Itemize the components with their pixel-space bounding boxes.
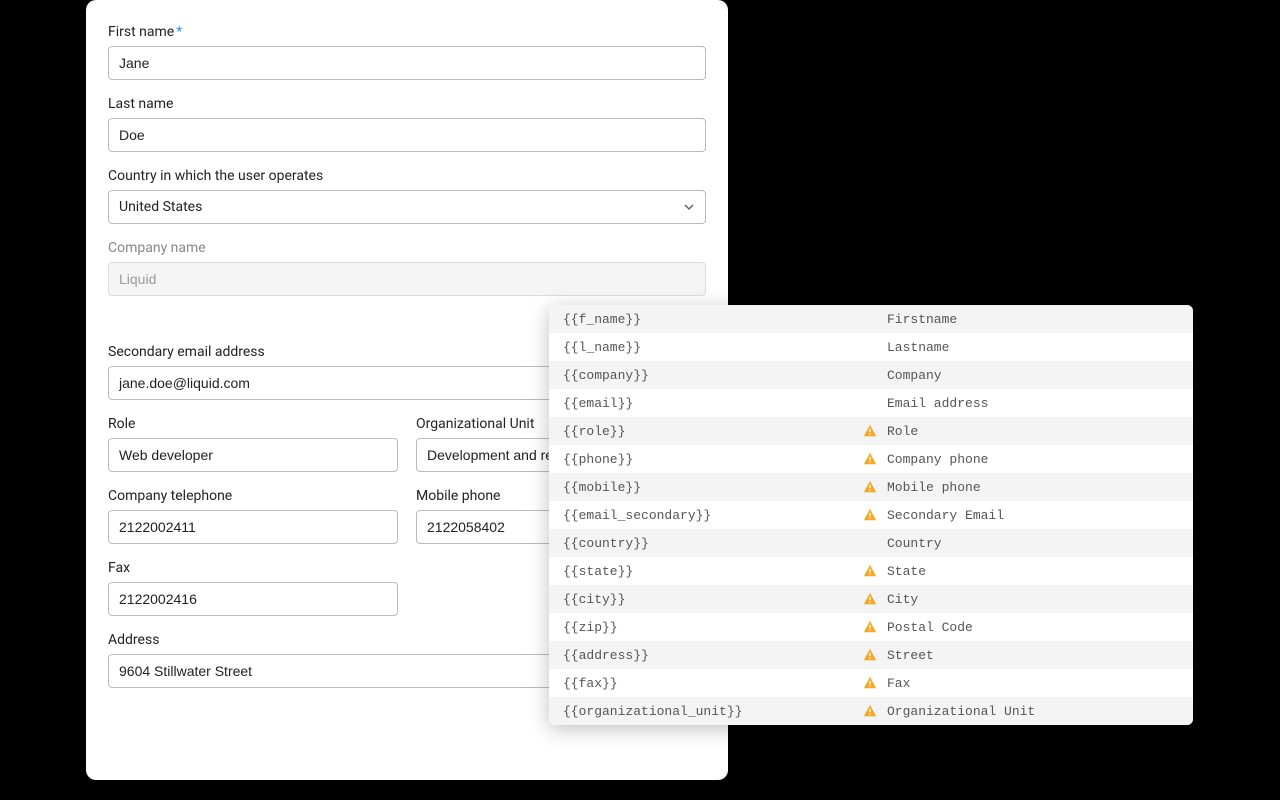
fax-input[interactable] [108,582,398,616]
company-phone-label: Company telephone [108,488,398,504]
variable-token: {{phone}} [563,452,863,467]
variable-token: {{state}} [563,564,863,579]
variable-label: Secondary Email [887,508,1004,523]
variable-row[interactable]: {{f_name}} Firstname [549,305,1193,333]
warning-icon [863,424,887,438]
warning-icon [863,648,887,662]
fax-label: Fax [108,560,398,576]
variable-row[interactable]: {{fax}} Fax [549,669,1193,697]
warning-icon [863,452,887,466]
variable-token: {{zip}} [563,620,863,635]
variable-token: {{l_name}} [563,340,863,355]
warning-icon [863,564,887,578]
variable-label: Role [887,424,918,439]
variable-row[interactable]: {{email_secondary}} Secondary Email [549,501,1193,529]
first-name-field: First name* [108,24,706,80]
warning-icon [863,620,887,634]
warning-icon [863,704,887,718]
variable-label: Street [887,648,934,663]
variable-label: Fax [887,676,910,691]
variable-row[interactable]: {{mobile}} Mobile phone [549,473,1193,501]
company-name-field: Company name [108,240,706,296]
company-name-label: Company name [108,240,706,256]
role-input[interactable] [108,438,398,472]
company-phone-input[interactable] [108,510,398,544]
variable-label: Company phone [887,452,988,467]
variable-label: Email address [887,396,988,411]
fax-field: Fax [108,560,398,616]
variable-token: {{f_name}} [563,312,863,327]
company-phone-field: Company telephone [108,488,398,544]
variable-token: {{fax}} [563,676,863,691]
variable-token: {{address}} [563,648,863,663]
variable-row[interactable]: {{country}} Country [549,529,1193,557]
variable-label: Lastname [887,340,949,355]
variable-label: City [887,592,918,607]
last-name-field: Last name [108,96,706,152]
variable-label: Organizational Unit [887,704,1035,719]
country-field: Country in which the user operates Unite… [108,168,706,224]
variable-row[interactable]: {{address}} Street [549,641,1193,669]
required-indicator: * [176,24,182,40]
variable-token: {{city}} [563,592,863,607]
warning-icon [863,480,887,494]
last-name-label: Last name [108,96,706,112]
variable-token: {{company}} [563,368,863,383]
variables-panel: {{f_name}} Firstname {{l_name}} Lastname {{c… [549,305,1193,725]
role-label: Role [108,416,398,432]
variable-label: Mobile phone [887,480,981,495]
variable-label: Firstname [887,312,957,327]
last-name-input[interactable] [108,118,706,152]
warning-icon [863,592,887,606]
variable-token: {{role}} [563,424,863,439]
variable-row[interactable]: {{zip}} Postal Code [549,613,1193,641]
role-field: Role [108,416,398,472]
variable-row[interactable]: {{state}} State [549,557,1193,585]
variable-row[interactable]: {{company}} Company [549,361,1193,389]
country-select-value: United States [119,199,202,215]
country-label: Country in which the user operates [108,168,706,184]
variable-label: Company [887,368,942,383]
variable-token: {{mobile}} [563,480,863,495]
warning-icon [863,508,887,522]
variable-label: State [887,564,926,579]
warning-icon [863,676,887,690]
chevron-down-icon [683,201,695,213]
variable-label: Postal Code [887,620,973,635]
variable-token: {{country}} [563,536,863,551]
variable-row[interactable]: {{phone}} Company phone [549,445,1193,473]
variable-row[interactable]: {{role}} Role [549,417,1193,445]
first-name-input[interactable] [108,46,706,80]
variable-row[interactable]: {{email}} Email address [549,389,1193,417]
first-name-label: First name* [108,24,706,40]
variable-token: {{email_secondary}} [563,508,863,523]
variable-token: {{organizational_unit}} [563,704,863,719]
company-name-input [108,262,706,296]
variable-row[interactable]: {{organizational_unit}} Organizational Un… [549,697,1193,725]
variable-row[interactable]: {{l_name}} Lastname [549,333,1193,361]
variable-label: Country [887,536,942,551]
country-select[interactable]: United States [108,190,706,224]
variable-token: {{email}} [563,396,863,411]
variable-row[interactable]: {{city}} City [549,585,1193,613]
